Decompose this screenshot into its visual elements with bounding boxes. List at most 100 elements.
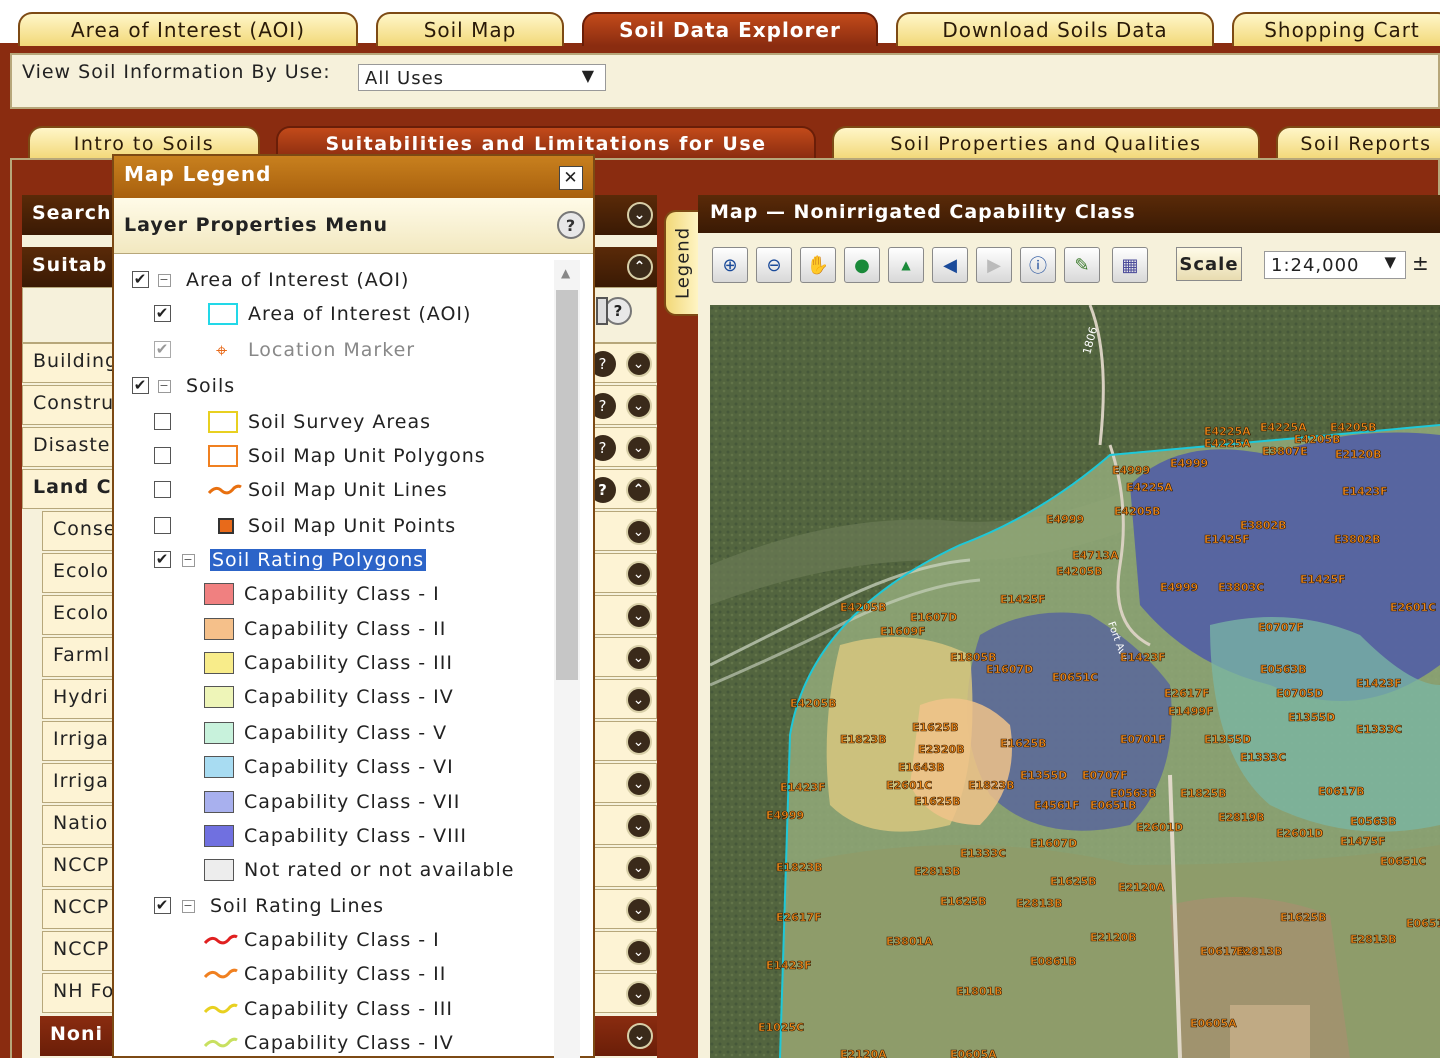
chevron-down-icon[interactable]: ⌄ (626, 603, 652, 629)
map-unit-label: E3803C (1218, 581, 1264, 594)
map-unit-label: E1423F (780, 781, 826, 794)
checkbox-aoi[interactable]: ✔ (154, 305, 171, 322)
checkbox-rating-polygons[interactable]: ✔ (154, 551, 171, 568)
zoom-to-aoi-icon[interactable]: ▲ (888, 247, 924, 283)
checkbox-soils[interactable]: ✔ (132, 377, 149, 394)
map-unit-label: E1607D (910, 611, 957, 624)
map-unit-label: E0707F (1258, 621, 1304, 634)
tab-soil-map[interactable]: Soil Map (376, 12, 564, 46)
layer-label: Soils (186, 375, 236, 397)
checkbox-rating-lines[interactable]: ✔ (154, 897, 171, 914)
aoi-outline-swatch (208, 303, 238, 325)
subcategory-label: NH Fo (53, 980, 115, 1002)
legend-line-class: Capability Class - II (204, 959, 544, 989)
tab-soil-data-explorer[interactable]: Soil Data Explorer (582, 12, 878, 46)
forward-arrow-icon[interactable]: ▶ (976, 247, 1012, 283)
checkbox-map-unit-polygons[interactable] (154, 447, 171, 464)
map-unit-label: E4205B (840, 601, 887, 614)
map-unit-label: E1423F (1120, 651, 1166, 664)
tab-area-of-interest[interactable]: Area of Interest (AOI) (18, 12, 358, 46)
chevron-down-icon[interactable]: ⌄ (626, 729, 652, 755)
chevron-down-icon[interactable]: ⌄ (626, 939, 652, 965)
chevron-up-icon[interactable]: ⌃ (626, 477, 652, 503)
collapse-icon[interactable]: − (158, 274, 171, 287)
tab-soil-reports[interactable]: Soil Reports (1276, 126, 1440, 159)
zoom-in-icon[interactable]: ⊕ (712, 247, 748, 283)
layer-label: Soil Map Unit Points (248, 515, 457, 537)
chevron-down-icon[interactable]: ⌄ (626, 393, 652, 419)
legend-polygon-class: Capability Class - IV (204, 682, 544, 712)
category-label: Disaste (33, 434, 111, 456)
chevron-down-icon[interactable]: ⌄ (626, 897, 652, 923)
chevron-down-icon[interactable]: ⌄ (626, 645, 652, 671)
info-icon[interactable]: ⓘ (1020, 247, 1056, 283)
chevron-up-icon[interactable]: ⌃ (627, 254, 653, 280)
chevron-down-icon[interactable]: ⌄ (626, 687, 652, 713)
pause-icon[interactable] (596, 297, 608, 325)
measure-ruler-icon[interactable]: ✎ (1064, 247, 1100, 283)
map-unit-label: E1825B (1180, 787, 1227, 800)
help-icon[interactable]: ? (557, 211, 585, 239)
full-extent-globe-icon[interactable]: ● (844, 247, 880, 283)
map-unit-label: E1823B (776, 861, 823, 874)
map-canvas[interactable]: 1806 Fort Ave E4225A E4225A E4205B E4225A E4… (710, 305, 1440, 1058)
map-unit-label: E4999 (1170, 457, 1208, 470)
map-unit-label: E1333C (1356, 723, 1402, 736)
collapse-icon[interactable]: − (158, 380, 171, 393)
map-unit-label: E1425F (1000, 593, 1046, 606)
tab-shopping-cart[interactable]: Shopping Cart (1232, 12, 1440, 46)
map-unit-label: E2601D (1136, 821, 1183, 834)
map-unit-label: E2813B (1350, 933, 1397, 946)
checkbox-location-marker[interactable]: ✔ (154, 341, 171, 358)
legend-toggle-tab[interactable]: Legend (664, 210, 700, 316)
checkbox-soil-survey-areas[interactable] (154, 413, 171, 430)
close-icon[interactable]: ✕ (559, 166, 583, 190)
chevron-down-icon[interactable]: ⌄ (626, 435, 652, 461)
zoom-out-icon[interactable]: ⊖ (756, 247, 792, 283)
layers-icon[interactable]: ▦ (1112, 247, 1148, 283)
layer-properties-label: Layer Properties Menu (124, 214, 389, 236)
map-unit-label: E0651F (1406, 917, 1440, 930)
scale-button[interactable]: Scale (1176, 247, 1242, 281)
chevron-down-icon[interactable]: ⌄ (627, 1023, 653, 1049)
layer-properties-menu[interactable]: Layer Properties Menu ? (114, 198, 593, 254)
chevron-down-icon[interactable]: ⌄ (626, 981, 652, 1007)
layer-label-selected[interactable]: Soil Rating Polygons (210, 549, 427, 571)
map-unit-label: E0651C (1052, 671, 1098, 684)
use-filter-select[interactable]: All Uses ▼ (358, 64, 606, 91)
chevron-down-icon[interactable]: ⌄ (626, 351, 652, 377)
legend-scrollbar[interactable]: ▲ (554, 260, 580, 1058)
collapse-icon[interactable]: − (182, 554, 195, 567)
chevron-down-icon[interactable]: ⌄ (626, 771, 652, 797)
help-icon[interactable]: ? (604, 297, 632, 325)
scale-select[interactable]: 1:24,000 ▼ (1264, 251, 1406, 279)
map-unit-label: E1801B (956, 985, 1003, 998)
legend-polygon-class: Capability Class - VI (204, 752, 544, 782)
chevron-down-icon[interactable]: ⌄ (626, 855, 652, 881)
scroll-up-icon[interactable]: ▲ (561, 266, 570, 280)
chevron-down-icon[interactable]: ⌄ (626, 561, 652, 587)
subcategory-label: NCCP (53, 854, 110, 876)
line-symbol-icon (204, 1003, 238, 1014)
checkbox-map-unit-lines[interactable] (154, 481, 171, 498)
zoom-toggle[interactable]: ± (1412, 251, 1429, 275)
chevron-down-icon: ▼ (581, 66, 595, 85)
checkbox-map-unit-points[interactable] (154, 517, 171, 534)
tab-download-soils-data[interactable]: Download Soils Data (896, 12, 1214, 46)
map-unit-label: E1355D (1020, 769, 1067, 782)
top-tab-bar: Area of Interest (AOI) Soil Map Soil Dat… (0, 0, 1440, 46)
map-unit-label: E1625B (1280, 911, 1327, 924)
suitab-header-label: Suitab (32, 254, 108, 276)
map-panel: Map — Nonirrigated Capability Class ⊕ ⊖ … (698, 195, 1440, 1058)
back-arrow-icon[interactable]: ◀ (932, 247, 968, 283)
chevron-down-icon[interactable]: ⌄ (626, 813, 652, 839)
chevron-down-icon[interactable]: ⌄ (626, 519, 652, 545)
map-unit-label: E1607D (986, 663, 1033, 676)
tab-soil-properties[interactable]: Soil Properties and Qualities (832, 126, 1260, 159)
pan-hand-icon[interactable]: ✋ (800, 247, 836, 283)
chevron-down-icon[interactable]: ⌄ (627, 202, 653, 228)
checkbox-aoi-group[interactable]: ✔ (132, 271, 149, 288)
scrollbar-thumb[interactable] (556, 290, 578, 680)
map-unit-label: E1425F (1300, 573, 1346, 586)
collapse-icon[interactable]: − (182, 900, 195, 913)
